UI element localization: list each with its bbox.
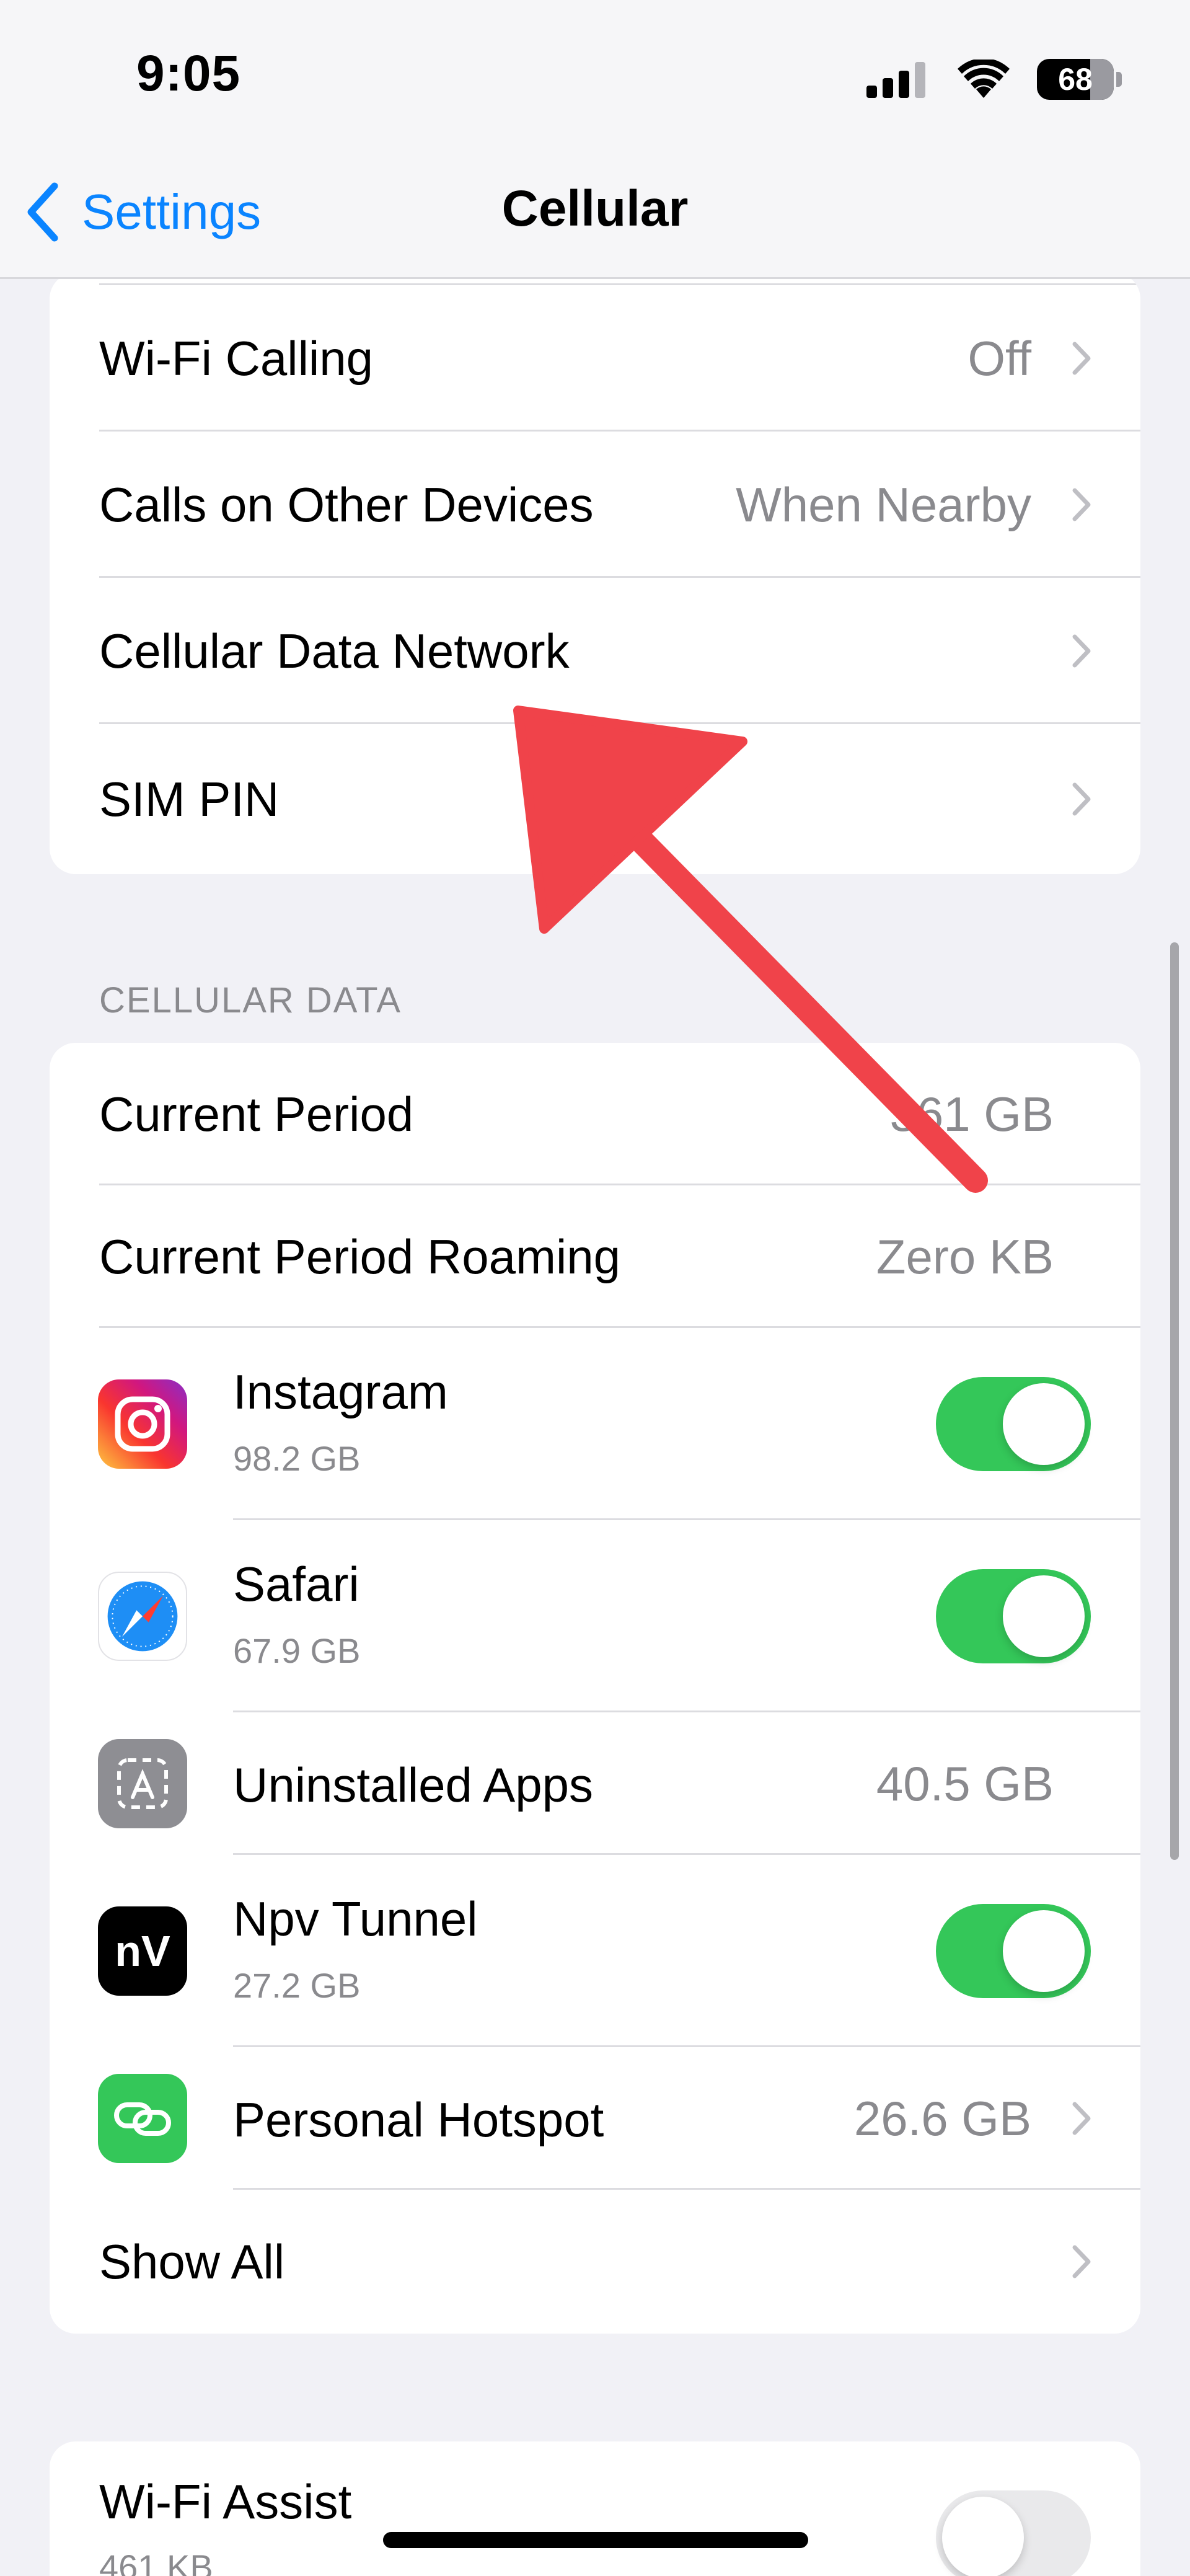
row-usage: 461 KB — [99, 2547, 213, 2576]
status-time: 9:05 — [136, 45, 241, 102]
cellular-data-section-header: CELLULAR DATA — [99, 980, 402, 1020]
npv-tunnel-toggle[interactable] — [936, 1904, 1091, 1998]
npv-tunnel-icon-text: nV — [115, 1927, 170, 1975]
battery-level: 68 — [1058, 62, 1093, 97]
wifi-icon — [958, 60, 1010, 98]
wifi-assist-toggle[interactable] — [936, 2490, 1091, 2576]
row-value: Zero KB — [876, 1229, 1054, 1284]
personal-hotspot-icon — [98, 2074, 187, 2163]
app-row-uninstalled-apps: Uninstalled Apps 40.5 GB — [50, 1712, 1140, 1855]
npv-tunnel-icon: nV — [98, 1906, 187, 1996]
page-title: Cellular — [501, 180, 689, 237]
cellular-data-group: Current Period 361 GB Current Period Roa… — [50, 1043, 1140, 2334]
app-row-npv-tunnel: nV Npv Tunnel 27.2 GB — [50, 1855, 1140, 2047]
battery-icon: 68 — [1037, 59, 1114, 100]
personal-hotspot-row[interactable]: Personal Hotspot 26.6 GB — [50, 2047, 1140, 2190]
app-usage: 27.2 GB — [233, 1966, 361, 2005]
show-all-row[interactable]: Show All — [50, 2190, 1140, 2334]
wifi-calling-row[interactable]: Wi-Fi Calling Off — [50, 285, 1140, 432]
chevron-right-icon — [1072, 488, 1091, 521]
row-label: Current Period Roaming — [99, 1229, 621, 1284]
chevron-right-icon — [1072, 2245, 1091, 2278]
app-name: Npv Tunnel — [233, 1892, 478, 1946]
calling-settings-group: Wi-Fi Calling Off Calls on Other Devices… — [50, 273, 1140, 874]
row-label: Wi-Fi Assist — [99, 2474, 352, 2529]
app-row-safari: Safari 67.9 GB — [50, 1520, 1140, 1712]
home-indicator[interactable] — [383, 2532, 808, 2548]
cellular-data-network-row[interactable]: Cellular Data Network — [50, 578, 1140, 724]
app-row-instagram: Instagram 98.2 GB — [50, 1328, 1140, 1520]
current-period-roaming-row: Current Period Roaming Zero KB — [50, 1185, 1140, 1328]
current-period-row: Current Period 361 GB — [50, 1043, 1140, 1185]
row-value: 361 GB — [889, 1086, 1054, 1141]
cellular-signal-icon — [866, 61, 925, 98]
instagram-toggle[interactable] — [936, 1377, 1091, 1471]
app-usage: 98.2 GB — [233, 1439, 361, 1478]
row-label: SIM PIN — [99, 771, 280, 826]
cellular-settings-screen: 9:05 68 Settings Cellular Wi-Fi Calling … — [0, 0, 1190, 2576]
app-usage: 40.5 GB — [876, 1756, 1054, 1811]
status-icons: 68 — [866, 55, 1122, 104]
wifi-assist-row: Wi-Fi Assist 461 KB — [50, 2441, 1140, 2576]
app-usage: 26.6 GB — [853, 2091, 1031, 2146]
calls-on-other-devices-row[interactable]: Calls on Other Devices When Nearby — [50, 432, 1140, 578]
uninstalled-apps-icon — [98, 1739, 187, 1828]
chevron-right-icon — [1072, 782, 1091, 816]
app-name: Personal Hotspot — [233, 2092, 604, 2147]
app-name: Instagram — [233, 1365, 448, 1419]
row-label: Calls on Other Devices — [99, 477, 594, 532]
battery-cap — [1116, 72, 1122, 87]
app-name: Safari — [233, 1557, 359, 1611]
safari-toggle[interactable] — [936, 1569, 1091, 1663]
chevron-right-icon — [1072, 342, 1091, 375]
row-label: Wi-Fi Calling — [99, 330, 374, 386]
chevron-right-icon — [1072, 2102, 1091, 2135]
navigation-header: 9:05 68 Settings Cellular — [0, 0, 1190, 279]
app-name: Uninstalled Apps — [233, 1758, 594, 1812]
safari-icon — [98, 1572, 187, 1661]
row-label: Show All — [99, 2234, 285, 2289]
chevron-right-icon — [1072, 634, 1091, 668]
row-value: When Nearby — [736, 477, 1031, 532]
row-label: Cellular Data Network — [99, 623, 570, 678]
scrollbar[interactable] — [1170, 942, 1179, 1860]
wifi-assist-group: Wi-Fi Assist 461 KB — [50, 2441, 1140, 2576]
sim-pin-row[interactable]: SIM PIN — [50, 724, 1140, 874]
app-usage: 67.9 GB — [233, 1631, 361, 1670]
instagram-icon — [98, 1379, 187, 1469]
row-value: Off — [967, 330, 1031, 386]
row-label: Current Period — [99, 1086, 414, 1141]
